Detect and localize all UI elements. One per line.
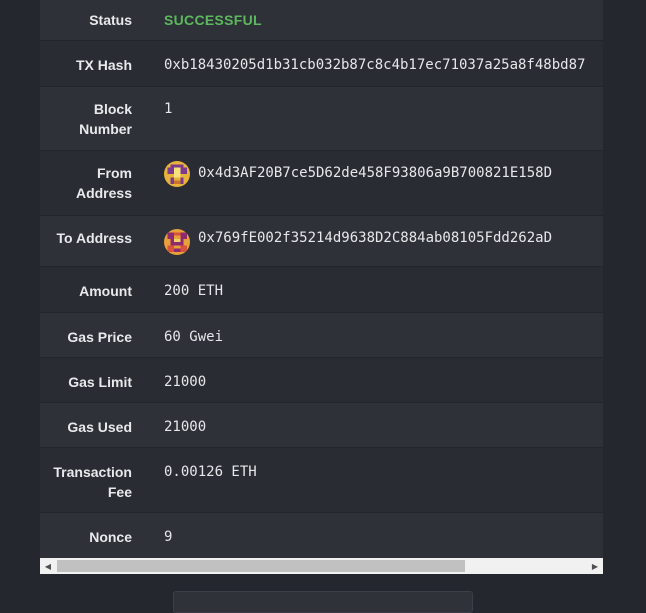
nonce-label: Nonce bbox=[89, 529, 132, 545]
status-label: Status bbox=[89, 12, 132, 28]
row-gas-limit: Gas Limit 21000 bbox=[40, 358, 603, 403]
bottom-action-button[interactable] bbox=[173, 591, 473, 613]
triangle-left-icon[interactable]: ◀ bbox=[40, 558, 56, 574]
row-tx-hash: TX Hash 0xb18430205d1b31cb032b87c8c4b17e… bbox=[40, 41, 603, 87]
horizontal-scrollbar[interactable]: ◀ ▶ bbox=[40, 558, 603, 574]
tx-hash-value[interactable]: 0xb18430205d1b31cb032b87c8c4b17ec71037a2… bbox=[164, 55, 585, 75]
tx-hash-label: TX Hash bbox=[75, 57, 132, 73]
block-number-label: Block Number bbox=[40, 99, 132, 139]
to-address-value[interactable]: 0x769fE002f35214d9638D2C884ab08105Fdd262… bbox=[198, 228, 552, 248]
row-status: Status SUCCESSFUL bbox=[40, 0, 603, 41]
triangle-right-icon[interactable]: ▶ bbox=[587, 558, 603, 574]
scrollbar-thumb[interactable] bbox=[57, 560, 465, 572]
from-address-label-line1: From bbox=[97, 165, 132, 181]
transaction-fee-label-line2: Fee bbox=[107, 484, 132, 500]
row-to-address: To Address 0x769fE002f35214d9638D2C884ab… bbox=[40, 216, 603, 267]
row-gas-price: Gas Price 60 Gwei bbox=[40, 313, 603, 358]
from-identicon-avatar-icon bbox=[164, 161, 190, 187]
row-amount: Amount 200 ETH bbox=[40, 267, 603, 313]
gas-price-label: Gas Price bbox=[67, 329, 132, 345]
nonce-value: 9 bbox=[164, 529, 173, 545]
status-badge: SUCCESSFUL bbox=[164, 12, 262, 28]
from-address-label: From Address bbox=[40, 163, 132, 203]
from-address-label-line2: Address bbox=[75, 185, 132, 201]
gas-limit-value: 21000 bbox=[164, 374, 207, 390]
gas-price-value: 60 Gwei bbox=[164, 329, 224, 345]
row-from-address: From Address 0x4d3AF20B7ce5D62de458F9380… bbox=[40, 151, 603, 216]
transaction-details-table: Status SUCCESSFUL TX Hash 0xb18430205d1b… bbox=[40, 0, 603, 558]
to-address-label: To Address bbox=[56, 230, 132, 246]
transaction-fee-value: 0.00126 ETH bbox=[164, 464, 257, 480]
row-nonce: Nonce 9 bbox=[40, 513, 603, 558]
block-number-label-line2: Number bbox=[79, 121, 132, 137]
to-identicon-avatar-icon bbox=[164, 229, 190, 255]
transaction-fee-label-line1: Transaction bbox=[53, 464, 132, 480]
row-gas-used: Gas Used 21000 bbox=[40, 403, 603, 448]
gas-used-value: 21000 bbox=[164, 419, 207, 435]
gas-limit-label: Gas Limit bbox=[68, 374, 132, 390]
transaction-fee-label: Transaction Fee bbox=[40, 462, 132, 502]
from-address-value[interactable]: 0x4d3AF20B7ce5D62de458F93806a9B700821E15… bbox=[198, 163, 552, 183]
amount-value: 200 ETH bbox=[164, 283, 224, 299]
amount-label: Amount bbox=[79, 283, 132, 299]
block-number-label-line1: Block bbox=[93, 101, 132, 117]
block-number-value[interactable]: 1 bbox=[164, 99, 172, 119]
row-block-number: Block Number 1 bbox=[40, 87, 603, 151]
gas-used-label: Gas Used bbox=[67, 419, 132, 435]
row-transaction-fee: Transaction Fee 0.00126 ETH bbox=[40, 448, 603, 513]
